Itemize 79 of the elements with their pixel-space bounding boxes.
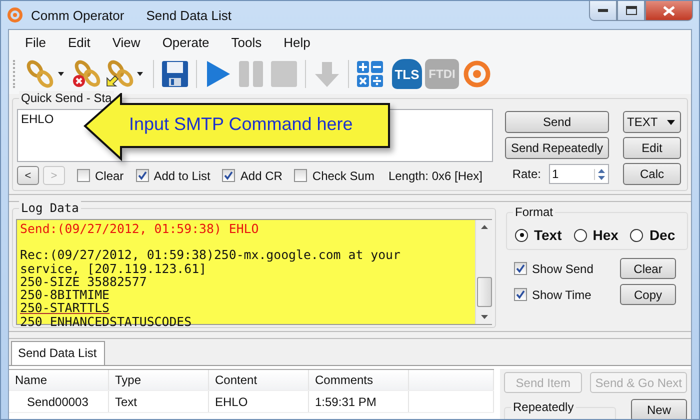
tls-button[interactable]: TLS <box>392 59 422 89</box>
checkbox-label: Show Send <box>532 262 594 276</box>
new-button[interactable]: New <box>631 399 687 419</box>
menu-item[interactable]: Edit <box>60 34 98 50</box>
menu-item[interactable]: Help <box>276 34 318 50</box>
length-label: Length: 0x6 [Hex] <box>388 168 483 182</box>
checkbox[interactable] <box>77 169 90 182</box>
down-arrow-icon[interactable] <box>480 315 488 319</box>
log-line: service, [207.119.123.61] <box>20 262 206 275</box>
table-cell: Send00003 <box>9 391 109 412</box>
copy-log-button[interactable]: Copy <box>620 284 676 305</box>
callout-text: Input SMTP Command here <box>129 114 353 135</box>
checkbox-label: Clear <box>95 168 124 182</box>
log-line: 250-8BITMIME <box>20 288 111 302</box>
checkbox-label: Add CR <box>240 168 282 182</box>
previous-button[interactable]: < <box>17 166 39 185</box>
log-line: Send:(09/27/2012, 01:59:38) EHLO <box>20 222 260 236</box>
log-line: 250-STARTTLS <box>20 301 111 315</box>
mode-dropdown[interactable]: TEXT <box>623 111 681 133</box>
group-title: Repeatedly <box>511 400 576 414</box>
calc-button[interactable]: Calc <box>623 163 681 185</box>
close-icon <box>663 6 675 16</box>
log-line: Rec:(09/27/2012, 01:59:38)250-mx.google.com at your <box>20 248 402 262</box>
menu-item[interactable]: Tools <box>223 34 270 50</box>
column-header[interactable]: Content <box>209 370 309 390</box>
checkbox-label: Check Sum <box>312 168 374 182</box>
window-title: Comm Operator <box>31 8 124 22</box>
caret-icon[interactable] <box>58 72 64 76</box>
menu-item[interactable]: File <box>17 34 54 50</box>
group-title: Log Data <box>19 201 81 215</box>
minimize-button[interactable] <box>589 1 617 21</box>
chain-link-arrow-icon[interactable] <box>104 59 134 89</box>
checkbox[interactable] <box>222 169 236 182</box>
up-arrow-icon[interactable] <box>598 168 605 172</box>
tab[interactable]: Send Data List <box>11 341 105 365</box>
menu-item[interactable]: Operate <box>154 34 218 50</box>
checkbox[interactable] <box>514 262 527 275</box>
up-arrow-icon[interactable] <box>480 225 488 229</box>
menu-item[interactable]: View <box>104 34 148 50</box>
table-cell: 1:59:31 PM <box>309 391 409 412</box>
scrollbar[interactable] <box>475 220 492 324</box>
table-cell: Text <box>109 391 209 412</box>
table-cell: EHLO <box>209 391 309 412</box>
radio-label: Text <box>534 227 562 243</box>
radio-label: Hex <box>592 227 618 243</box>
maximize-button[interactable] <box>617 1 645 21</box>
checkbox[interactable] <box>136 169 149 182</box>
rate-label: Rate: <box>512 167 541 181</box>
rate-spinner[interactable]: 1 <box>549 164 609 184</box>
radio-button[interactable] <box>574 228 587 242</box>
group-title: Format <box>513 205 556 219</box>
column-header[interactable]: Type <box>109 370 209 390</box>
document-title: Send Data List <box>146 8 232 22</box>
close-button[interactable] <box>645 1 693 21</box>
minimize-icon <box>598 8 608 12</box>
caret-icon <box>667 120 675 124</box>
edit-button[interactable]: Edit <box>623 137 681 159</box>
caret-icon[interactable] <box>137 72 143 76</box>
chain-link-disconnect-icon[interactable] <box>71 59 101 89</box>
maximize-icon <box>626 6 636 15</box>
calculator-icon[interactable] <box>355 59 385 89</box>
radio-button[interactable] <box>630 228 644 242</box>
group-title: Quick Send - Sta <box>19 91 114 105</box>
radio-button[interactable] <box>515 228 528 242</box>
column-header[interactable]: Name <box>9 370 109 390</box>
send-repeatedly-button[interactable]: Send Repeatedly <box>505 137 609 159</box>
send-button[interactable]: Send <box>505 111 609 133</box>
checkbox[interactable] <box>294 169 308 182</box>
checkbox[interactable] <box>514 288 527 301</box>
log-line: 250 ENHANCEDSTATUSCODES <box>20 314 193 328</box>
checkbox-label: Show Time <box>532 288 592 302</box>
clear-log-button[interactable]: Clear <box>620 258 676 279</box>
log-line: 250-SIZE 35882577 <box>20 274 147 288</box>
down-arrow-icon[interactable] <box>598 176 605 180</box>
column-header[interactable]: Comments <box>309 370 409 390</box>
checkbox-label: Add to List <box>154 168 210 182</box>
radio-label: Dec <box>649 227 676 243</box>
save-icon[interactable] <box>160 59 190 89</box>
app-logo-icon <box>7 7 23 23</box>
